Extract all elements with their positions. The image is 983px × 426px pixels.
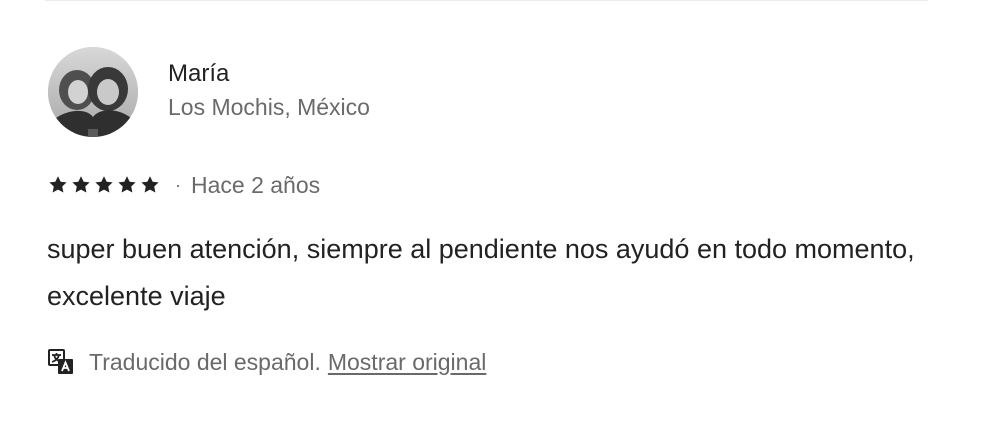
star-icon <box>141 176 159 193</box>
translation-note: Traducido del español. Mostrar original <box>47 346 486 378</box>
meta-separator: · <box>175 174 181 195</box>
star-icon <box>118 176 136 193</box>
review-age: Hace 2 años <box>191 171 321 198</box>
review-card: María Los Mochis, México · Hace 2 años s… <box>0 0 983 426</box>
reviewer-photo-icon <box>48 47 138 137</box>
star-icon <box>95 176 113 193</box>
reviewer-avatar[interactable] <box>48 47 138 137</box>
star-icon <box>49 176 67 193</box>
translation-text: Traducido del español. <box>89 348 321 375</box>
reviewer-name[interactable]: María <box>168 59 370 89</box>
translate-icon <box>48 349 73 374</box>
show-original-link[interactable]: Mostrar original <box>328 349 487 376</box>
reviewer-info: María Los Mochis, México <box>168 59 370 123</box>
star-icon <box>72 176 90 193</box>
reviewer-location: Los Mochis, México <box>168 94 370 120</box>
review-meta: · Hace 2 años <box>47 170 320 200</box>
star-rating <box>47 174 161 196</box>
review-text: super buen atención, siempre al pendient… <box>47 234 915 311</box>
reviewer-header: María Los Mochis, México <box>48 47 370 137</box>
